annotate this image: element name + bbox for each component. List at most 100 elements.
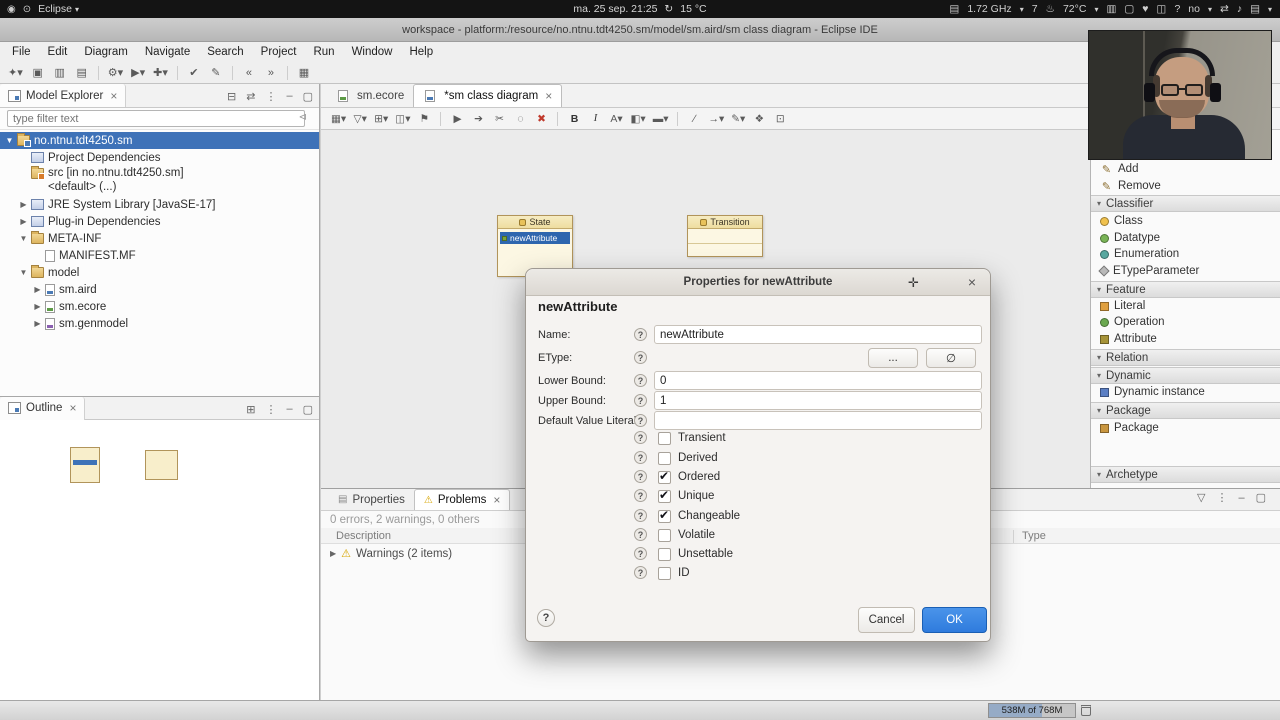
- expand-arrow-icon[interactable]: ▶: [32, 285, 43, 294]
- close-icon[interactable]: ×: [545, 89, 552, 103]
- view-menu-icon[interactable]: ⋮: [1216, 491, 1227, 504]
- maximize-icon[interactable]: ▢: [1256, 491, 1266, 504]
- palette-tool-literal[interactable]: Literal: [1091, 298, 1280, 314]
- close-icon[interactable]: ×: [493, 493, 500, 507]
- minimize-icon[interactable]: –: [286, 90, 292, 102]
- open-perspective-button[interactable]: ▦: [294, 64, 314, 82]
- derived-checkbox[interactable]: [658, 452, 671, 465]
- help-icon[interactable]: ?: [634, 528, 647, 541]
- show-hide-button[interactable]: ◫▾: [393, 110, 412, 127]
- filters-button[interactable]: ▽▾: [351, 110, 369, 127]
- minimize-icon[interactable]: –: [1238, 492, 1244, 504]
- tree-item-project[interactable]: ▼ no.ntnu.tdt4250.sm: [0, 132, 319, 149]
- trash-icon[interactable]: [1081, 705, 1091, 716]
- notification-count[interactable]: 7: [1032, 3, 1038, 15]
- palette-tool-remove[interactable]: ✎ Remove: [1091, 178, 1280, 194]
- help-icon[interactable]: ?: [634, 414, 647, 427]
- help-icon[interactable]: ?: [634, 451, 647, 464]
- close-icon[interactable]: ×: [963, 273, 981, 291]
- concerns-button[interactable]: ⊞▾: [372, 110, 390, 127]
- cut-button[interactable]: ✂: [490, 110, 508, 127]
- expand-arrow-icon[interactable]: ▶: [330, 549, 336, 558]
- palette-section-archetype[interactable]: ▾ Archetype: [1091, 466, 1280, 483]
- debug-button[interactable]: ⚙▾: [105, 64, 126, 82]
- font-color-button[interactable]: A▾: [607, 110, 625, 127]
- view-menu-icon[interactable]: ⋮: [265, 90, 276, 103]
- expand-arrow-icon[interactable]: ▼: [18, 234, 29, 243]
- keyboard-layout-indicator[interactable]: no: [1188, 3, 1200, 15]
- palette-tool-dynamic-instance[interactable]: Dynamic instance: [1091, 384, 1280, 400]
- menu-navigate[interactable]: Navigate: [137, 44, 198, 60]
- weather-temperature[interactable]: 15 °C: [680, 3, 706, 15]
- save-all-button[interactable]: ▥: [50, 64, 70, 82]
- back-button[interactable]: «: [239, 64, 259, 82]
- upper-bound-input[interactable]: [654, 391, 982, 410]
- dialog-help-button[interactable]: ?: [537, 609, 555, 627]
- clipboard-icon[interactable]: ▤: [949, 3, 959, 15]
- outline-thumbnail-transition[interactable]: [145, 450, 178, 480]
- tree-item-meta-inf[interactable]: ▼ META-INF: [0, 230, 319, 247]
- save-button[interactable]: ▣: [28, 64, 48, 82]
- tree-item-sm-aird[interactable]: ▶ sm.aird: [0, 281, 319, 298]
- collapse-all-icon[interactable]: ⊟: [227, 90, 236, 103]
- ok-button[interactable]: OK: [922, 607, 987, 633]
- palette-tool-operation[interactable]: Operation: [1091, 314, 1280, 330]
- tree-item-project-dependencies[interactable]: Project Dependencies: [0, 149, 319, 166]
- hide-element-button[interactable]: ◌: [511, 110, 529, 127]
- palette-tool-class[interactable]: Class: [1091, 213, 1280, 229]
- class-node-header[interactable]: State: [498, 216, 572, 229]
- filter-input[interactable]: [7, 110, 305, 127]
- select-mode-button[interactable]: ▶: [448, 110, 466, 127]
- maximize-icon[interactable]: ▢: [303, 403, 313, 416]
- tab-outline[interactable]: Outline ×: [0, 396, 86, 420]
- menu-file[interactable]: File: [4, 44, 39, 60]
- help-icon[interactable]: ?: [634, 470, 647, 483]
- expand-arrow-icon[interactable]: ▶: [32, 319, 43, 328]
- cpu-frequency-indicator[interactable]: 1.72 GHz: [967, 3, 1011, 15]
- column-type[interactable]: Type: [1013, 530, 1046, 543]
- tray-menu-icon[interactable]: ▤: [1250, 3, 1260, 15]
- volume-icon[interactable]: ♪: [1237, 3, 1242, 15]
- tree-item-sm-ecore[interactable]: ▶ sm.ecore: [0, 298, 319, 315]
- tab-model-explorer[interactable]: Model Explorer ×: [0, 84, 127, 107]
- lower-bound-input[interactable]: [654, 371, 982, 390]
- menu-project[interactable]: Project: [253, 44, 305, 60]
- new-element-button[interactable]: ✚▾: [150, 64, 171, 82]
- tree-item-manifest[interactable]: MANIFEST.MF: [0, 247, 319, 264]
- outline-thumbnail-state[interactable]: [70, 447, 100, 483]
- menu-search[interactable]: Search: [199, 44, 251, 60]
- help-icon[interactable]: ?: [634, 431, 647, 444]
- display-icon[interactable]: ▢: [1124, 3, 1134, 15]
- palette-tool-datatype[interactable]: Datatype: [1091, 230, 1280, 246]
- pin-button[interactable]: ⚑: [415, 110, 433, 127]
- default-value-input[interactable]: [654, 411, 982, 430]
- help-icon[interactable]: ?: [634, 328, 647, 341]
- tab-problems[interactable]: ⚠ Problems ×: [413, 489, 511, 510]
- monitor-icon[interactable]: ◫: [1157, 3, 1167, 15]
- palette-tool-attribute[interactable]: Attribute: [1091, 331, 1280, 347]
- help-icon[interactable]: ?: [634, 489, 647, 502]
- expand-arrow-icon[interactable]: ▼: [18, 268, 29, 277]
- menu-window[interactable]: Window: [344, 44, 401, 60]
- column-description[interactable]: Description: [336, 530, 391, 542]
- menu-diagram[interactable]: Diagram: [76, 44, 135, 60]
- power-icon[interactable]: ◉: [7, 4, 16, 15]
- new-button[interactable]: ✦▾: [5, 64, 26, 82]
- tab-sm-class-diagram[interactable]: *sm class diagram ×: [413, 84, 563, 107]
- layers-button[interactable]: ▦▾: [329, 110, 348, 127]
- tab-sm-ecore[interactable]: sm.ecore: [327, 84, 413, 107]
- unique-checkbox[interactable]: [658, 488, 671, 503]
- palette-section-feature[interactable]: ▾ Feature: [1091, 281, 1280, 298]
- expand-arrow-icon[interactable]: ▼: [4, 136, 15, 145]
- etype-browse-button[interactable]: ...: [868, 348, 918, 368]
- tree-item-src[interactable]: src [in no.ntnu.tdt4250.sm] <default> (.…: [0, 166, 319, 196]
- export-image-button[interactable]: ➔: [469, 110, 487, 127]
- view-menu-icon[interactable]: ⋮: [265, 403, 276, 416]
- help-icon[interactable]: ?: [1174, 3, 1180, 15]
- volatile-checkbox[interactable]: [658, 529, 671, 542]
- palette-section-relation[interactable]: ▾ Relation: [1091, 349, 1280, 366]
- sort-icon[interactable]: ⊞: [246, 403, 255, 416]
- run-button[interactable]: ▶▾: [128, 64, 148, 82]
- palette-tool-add[interactable]: ✎ Add: [1091, 161, 1280, 177]
- tree-item-sm-genmodel[interactable]: ▶ sm.genmodel: [0, 315, 319, 332]
